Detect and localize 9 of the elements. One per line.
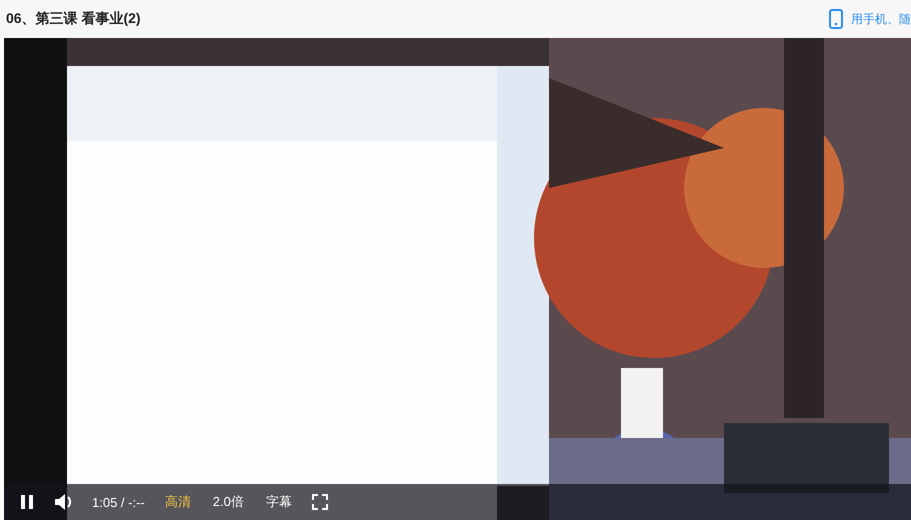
playback-time: 1:05 / -:-- <box>92 494 145 510</box>
video-title: 06、第三课 看事业(2) <box>6 10 141 28</box>
speed-button[interactable]: 2.0倍 <box>210 491 246 513</box>
volume-icon[interactable] <box>54 493 74 511</box>
quality-button[interactable]: 高清 <box>162 491 193 513</box>
pause-button[interactable] <box>18 492 36 512</box>
subtitles-button[interactable]: 字幕 <box>264 491 294 513</box>
phone-icon <box>829 9 843 29</box>
fullscreen-icon[interactable] <box>312 494 328 510</box>
